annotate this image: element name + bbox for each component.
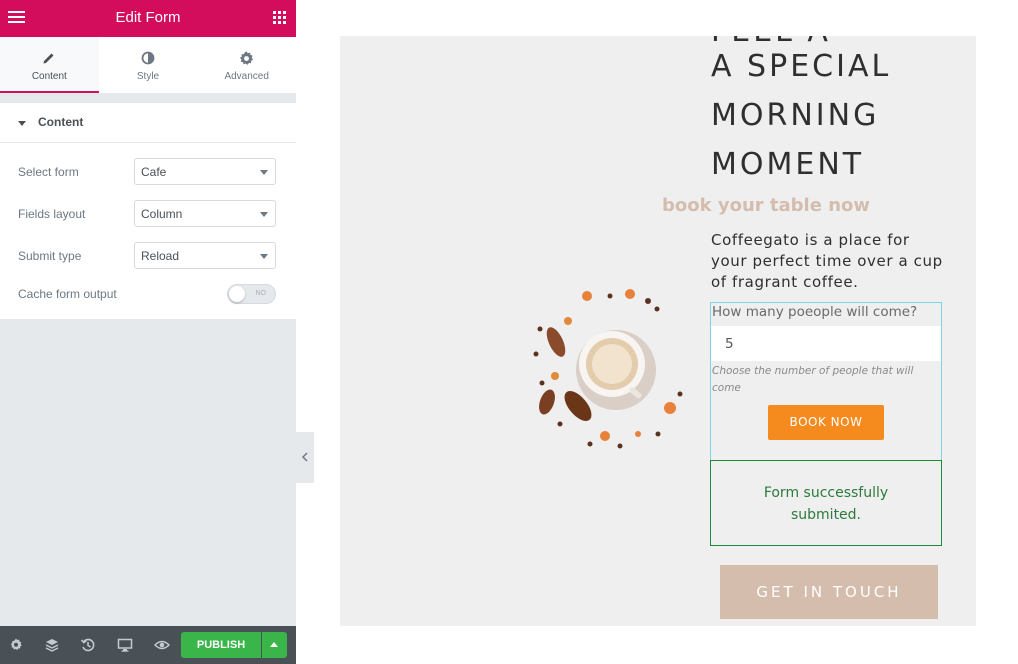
panel-tabs: Content Style Advanced	[0, 37, 296, 93]
select-form-dropdown[interactable]: Cafe	[134, 158, 276, 185]
get-in-touch-button[interactable]: GET IN TOUCH	[720, 565, 938, 619]
dropdown-arrow-icon	[260, 170, 268, 175]
dropdown-arrow-icon	[260, 212, 268, 217]
book-table-subtitle: book your table now	[662, 195, 871, 216]
page-preview: FEEL A A SPECIAL MORNING MOMENT book you…	[340, 36, 976, 626]
history-icon[interactable]	[80, 637, 96, 653]
responsive-icon[interactable]	[117, 637, 133, 653]
fields-layout-value: Column	[141, 207, 183, 221]
chevron-left-icon	[301, 452, 308, 462]
editor-panel: Edit Form Content Style Advanced Content	[0, 0, 296, 664]
tab-advanced-label: Advanced	[224, 71, 269, 82]
cafe-description: Coffeegato is a place for your perfect t…	[711, 231, 943, 291]
panel-title: Edit Form	[115, 9, 181, 26]
tab-content-label: Content	[31, 71, 67, 82]
gear-icon	[197, 51, 296, 67]
preview-eye-icon[interactable]	[154, 637, 170, 653]
fields-layout-dropdown[interactable]: Column	[134, 200, 276, 227]
coffee-cup-image	[533, 289, 683, 449]
page-headline: A SPECIAL MORNING MOMENT	[711, 49, 892, 182]
fields-layout-label: Fields layout	[18, 207, 86, 221]
publish-options-button[interactable]	[262, 632, 287, 658]
submit-type-dropdown[interactable]: Reload	[134, 242, 276, 269]
panel-header: Edit Form	[0, 0, 296, 37]
half-circle-icon	[99, 51, 198, 67]
people-count-label: How many poeople will come?	[712, 304, 918, 320]
booking-form: How many poeople will come? Choose the n…	[710, 302, 942, 461]
caret-down-icon	[18, 121, 26, 126]
section-content-toggle[interactable]: Content	[0, 103, 296, 143]
dropdown-arrow-icon	[260, 254, 268, 259]
submit-type-value: Reload	[141, 249, 180, 263]
submit-type-label: Submit type	[18, 249, 82, 263]
publish-button[interactable]: PUBLISH	[181, 632, 261, 658]
layers-icon[interactable]	[44, 637, 60, 653]
controls-area: Select form Cafe Fields layout Column Su…	[0, 143, 296, 319]
tab-content[interactable]: Content	[0, 37, 99, 93]
pencil-icon	[0, 51, 99, 67]
book-now-button[interactable]: BOOK NOW	[768, 405, 884, 440]
tab-style-label: Style	[136, 71, 160, 82]
select-form-value: Cafe	[141, 165, 167, 179]
toggle-state: NO	[255, 290, 267, 297]
section-title: Content	[38, 115, 84, 129]
people-count-help: Choose the number of people that will co…	[712, 365, 914, 394]
caret-up-icon	[270, 642, 278, 647]
people-count-input[interactable]	[711, 326, 941, 361]
tab-style[interactable]: Style	[99, 37, 198, 93]
widgets-grid-icon[interactable]	[273, 11, 286, 24]
select-form-label: Select form	[18, 165, 79, 179]
tab-advanced[interactable]: Advanced	[197, 37, 296, 93]
collapse-panel-button[interactable]	[296, 432, 314, 483]
toggle-knob	[229, 286, 245, 302]
cache-output-label: Cache form output	[18, 287, 117, 301]
settings-icon[interactable]	[8, 637, 24, 653]
success-message: Form successfully submited.	[710, 460, 942, 546]
cache-output-toggle[interactable]: NO	[227, 284, 276, 304]
